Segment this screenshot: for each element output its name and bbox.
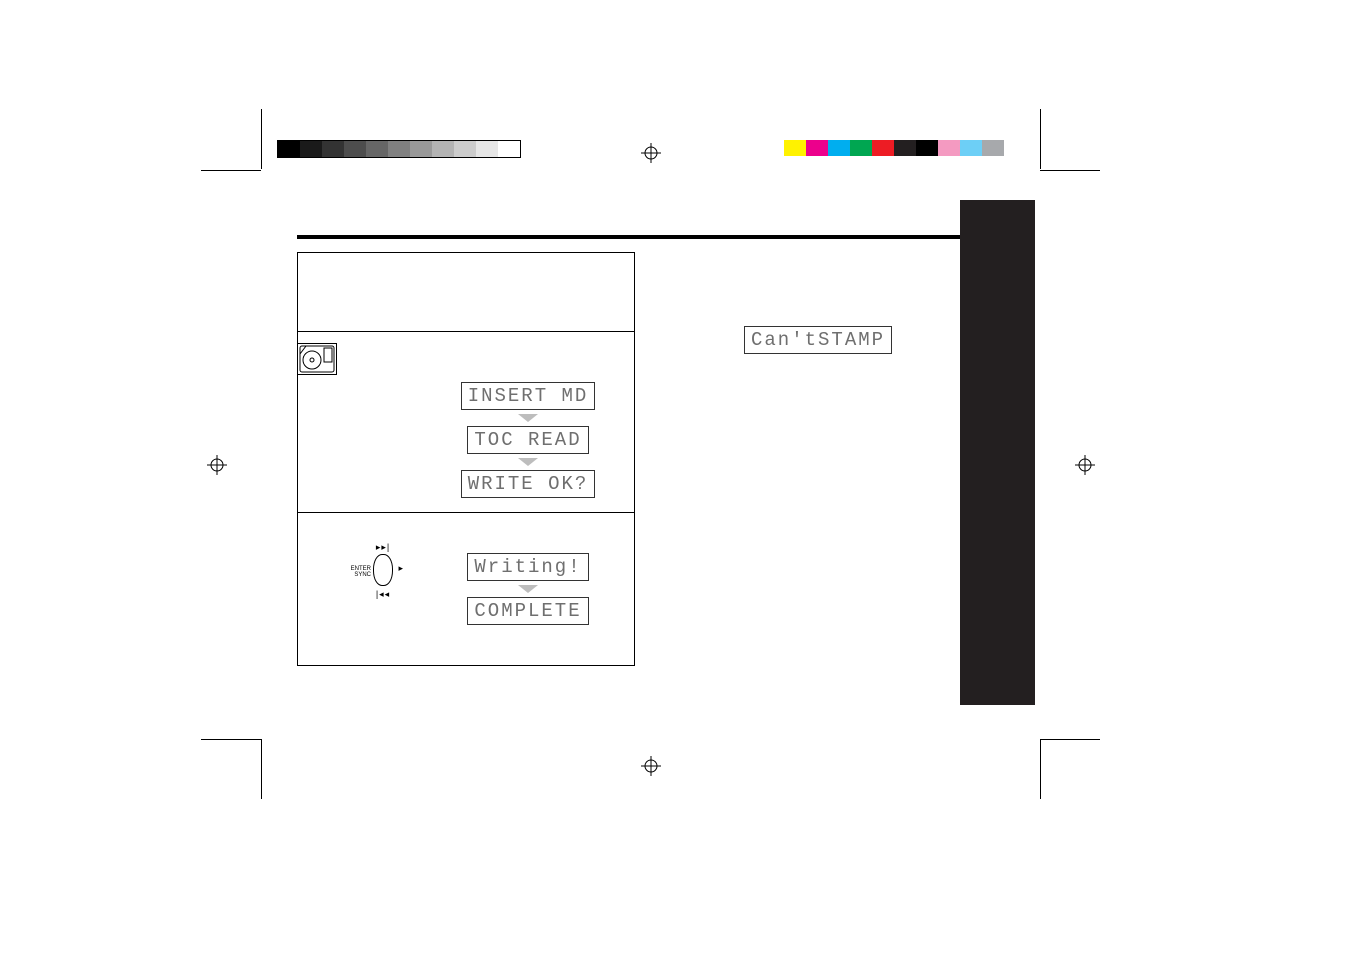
down-arrow-icon [518,585,538,593]
crop-mark [201,170,261,171]
registration-mark-icon [1075,455,1089,469]
color-calibration-bar [784,140,1004,156]
crop-mark [1040,170,1100,171]
lcd-display: INSERT MD [461,382,596,410]
down-arrow-icon [518,414,538,422]
lcd-display: WRITE OK? [461,470,596,498]
crop-mark [261,109,262,169]
jog-dial-icon: ▸▸| ENTER SYNC ▸ |◂◂ [348,543,418,599]
page-top-rule [297,235,1035,239]
steps-column: INSERT MD TOC READ WRITE OK? ▸▸| ENTER S… [297,252,635,666]
down-arrow-icon [518,458,538,466]
step-block-writing: ▸▸| ENTER SYNC ▸ |◂◂ Writing! COMPLETE [298,513,634,665]
step-header-box [298,253,634,332]
lcd-display: Writing! [467,553,588,581]
crop-mark [261,739,262,799]
crop-mark [201,739,261,740]
registration-mark-icon [641,143,655,157]
registration-mark-icon [207,455,221,469]
grayscale-calibration-bar [277,140,521,158]
section-tab [960,200,1035,705]
step-block-insert-md: INSERT MD TOC READ WRITE OK? [298,332,634,513]
crop-mark [1040,739,1041,799]
lcd-display-error: Can'tSTAMP [744,326,892,354]
registration-mark-icon [641,756,655,770]
lcd-display: TOC READ [467,426,588,454]
crop-mark [1040,109,1041,169]
lcd-display: COMPLETE [467,597,588,625]
jog-dial-label: ENTER SYNC [345,566,371,578]
md-cartridge-icon [297,343,337,375]
crop-mark [1040,739,1100,740]
